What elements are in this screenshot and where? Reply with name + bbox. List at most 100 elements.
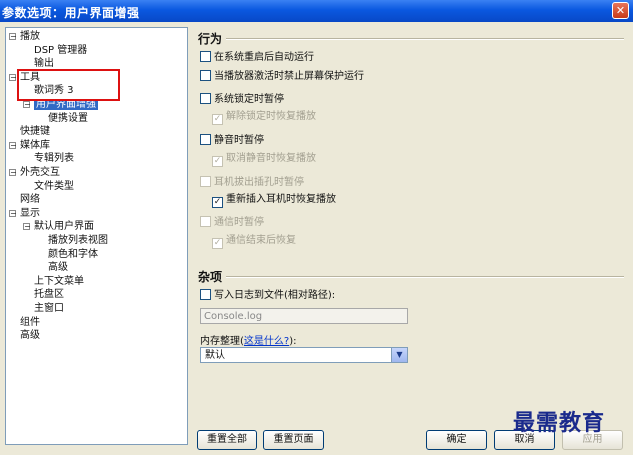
checkmark-icon: ✓ — [212, 238, 223, 249]
tree-item-label: 文件类型 — [34, 180, 74, 192]
close-button[interactable]: ✕ — [612, 2, 629, 19]
behavior-option-label: 解除锁定时恢复播放 — [226, 111, 316, 122]
tree-item[interactable]: − 默认用户界面 — [23, 220, 94, 233]
collapse-icon[interactable]: − — [9, 73, 17, 81]
memory-label-end: ): — [289, 336, 297, 347]
behavior-option-label: 静音时暂停 — [214, 135, 264, 146]
tree-item[interactable]: 主窗口 — [34, 302, 64, 315]
behavior-option-checkbox: 耳机拔出插孔时暂停 — [200, 176, 304, 189]
tree-item-label: 外壳交互 — [20, 167, 60, 178]
tree-item-label: 播放列表视图 — [48, 235, 108, 246]
behavior-option-label: 通信结束后恢复 — [226, 235, 296, 246]
watermark-logo: 最需教育 — [513, 410, 606, 436]
log-path-input[interactable]: Console.log — [200, 308, 408, 324]
behavior-option-checkbox[interactable]: 系统锁定时暂停 — [200, 93, 284, 106]
memory-label: 内存整理(这是什么?): — [200, 332, 297, 347]
checkbox-box[interactable] — [200, 51, 211, 62]
tree-item-label: 托盘区 — [34, 289, 64, 301]
collapse-icon[interactable]: − — [9, 141, 17, 149]
collapse-icon[interactable]: − — [9, 169, 17, 177]
tree-item[interactable]: 便携设置 — [48, 112, 88, 125]
collapse-icon[interactable]: − — [9, 33, 17, 41]
window-title: 参数选项：用户界面增强 — [2, 6, 140, 20]
tree-item[interactable]: 托盘区 — [34, 288, 64, 301]
tree-item-label: 上下文菜单 — [34, 275, 84, 287]
tree-item-label: DSP 管理器 — [34, 44, 88, 56]
behavior-option-label: 当播放器激活时禁止屏幕保护运行 — [214, 71, 364, 82]
close-icon: ✕ — [615, 4, 626, 17]
tree-item-label: 便携设置 — [48, 112, 88, 124]
misc-group-title: 杂项 — [198, 270, 223, 284]
tree-item[interactable]: − 媒体库 — [9, 139, 50, 152]
checkbox-box[interactable] — [200, 70, 211, 81]
tree-item-label: 快捷键 — [20, 126, 50, 138]
tree-item[interactable]: 颜色和字体 — [48, 248, 98, 261]
tree-item-label: 主窗口 — [34, 303, 64, 314]
behavior-option-label: 系统锁定时暂停 — [214, 94, 284, 105]
reset-all-button[interactable]: 重置全部 — [197, 430, 257, 450]
checkmark-icon[interactable]: ✓ — [212, 197, 223, 208]
misc-divider — [226, 276, 624, 278]
tree-item[interactable]: 专辑列表 — [34, 152, 74, 165]
preferences-window: 参数选项：用户界面增强 ✕ − 播放 DSP 管理器 输出 − 工具 歌词秀 3− 用户界面增… — [0, 0, 633, 455]
checkmark-icon: ✓ — [212, 156, 223, 167]
checkbox-box[interactable] — [200, 289, 211, 300]
checkbox-box[interactable] — [200, 93, 211, 104]
tree-item[interactable]: 播放列表视图 — [48, 234, 108, 247]
behavior-option-checkbox: ✓ 通信结束后恢复 — [212, 234, 296, 249]
tree-item-label: 组件 — [20, 316, 40, 328]
behavior-group-title: 行为 — [198, 32, 223, 46]
what-is-this-link[interactable]: 这是什么? — [244, 336, 289, 347]
tree-item-label: 高级 — [20, 330, 40, 342]
tree-item[interactable]: 网络 — [20, 193, 40, 206]
log-to-file-label: 写入日志到文件(相对路径): — [214, 290, 336, 301]
behavior-option-label: 耳机拔出插孔时暂停 — [214, 177, 304, 188]
highlight-annotation-box — [17, 69, 120, 101]
chevron-down-icon[interactable]: ▼ — [391, 348, 407, 362]
checkbox-box[interactable] — [200, 134, 211, 145]
ok-button[interactable]: 确定 — [426, 430, 487, 450]
tree-item[interactable]: 高级 — [48, 261, 68, 274]
checkbox-box — [200, 176, 211, 187]
tree-item-label: 播放 — [20, 31, 40, 42]
behavior-option-label: 在系统重启后自动运行 — [214, 52, 314, 63]
log-to-file-checkbox[interactable]: 写入日志到文件(相对路径): — [200, 289, 335, 302]
behavior-option-checkbox[interactable]: 在系统重启后自动运行 — [200, 51, 314, 64]
title-bar[interactable]: 参数选项：用户界面增强 ✕ — [0, 0, 633, 22]
memory-select-value: 默认 — [205, 350, 225, 361]
tree-item[interactable]: 文件类型 — [34, 180, 74, 193]
tree-item-label: 默认用户界面 — [34, 221, 94, 233]
tree-item[interactable]: 上下文菜单 — [34, 275, 84, 288]
memory-label-text: 内存整理( — [200, 336, 244, 347]
tree-item[interactable]: 快捷键 — [20, 125, 50, 138]
behavior-option-checkbox[interactable]: ✓ 重新插入耳机时恢复播放 — [212, 193, 336, 208]
tree-item-label: 网络 — [20, 194, 40, 206]
settings-panel: 行为 在系统重启后自动运行 当播放器激活时禁止屏幕保护运行 系统锁定时暂停 ✓ 解除锁定… — [190, 27, 631, 445]
collapse-icon[interactable]: − — [9, 209, 17, 217]
tree-item-label: 显示 — [20, 207, 40, 219]
tree-item[interactable]: DSP 管理器 — [34, 44, 87, 57]
behavior-option-label: 重新插入耳机时恢复播放 — [226, 194, 336, 205]
tree-item-label: 高级 — [48, 262, 68, 274]
tree-item-label: 颜色和字体 — [48, 248, 98, 260]
behavior-option-label: 取消静音时恢复播放 — [226, 153, 316, 164]
tree-item[interactable]: 组件 — [20, 316, 40, 329]
tree-item-label: 媒体库 — [20, 139, 50, 151]
tree-item[interactable]: − 播放 — [9, 30, 40, 43]
memory-select[interactable]: 默认 ▼ — [200, 347, 408, 363]
tree-item-label: 专辑列表 — [34, 153, 74, 165]
tree-item[interactable]: − 外壳交互 — [9, 166, 60, 179]
reset-page-button[interactable]: 重置页面 — [263, 430, 324, 450]
checkmark-icon: ✓ — [212, 114, 223, 125]
behavior-option-checkbox[interactable]: 静音时暂停 — [200, 134, 264, 147]
behavior-option-checkbox[interactable]: 当播放器激活时禁止屏幕保护运行 — [200, 70, 364, 83]
collapse-icon[interactable]: − — [23, 223, 31, 231]
behavior-option-checkbox: ✓ 解除锁定时恢复播放 — [212, 110, 316, 125]
tree-item[interactable]: 高级 — [20, 329, 40, 342]
behavior-option-checkbox: 通信时暂停 — [200, 216, 264, 229]
behavior-option-checkbox: ✓ 取消静音时恢复播放 — [212, 152, 316, 167]
collapse-icon[interactable]: − — [23, 101, 31, 109]
checkbox-box — [200, 216, 211, 227]
tree-item[interactable]: − 显示 — [9, 207, 40, 220]
behavior-divider — [226, 38, 624, 40]
